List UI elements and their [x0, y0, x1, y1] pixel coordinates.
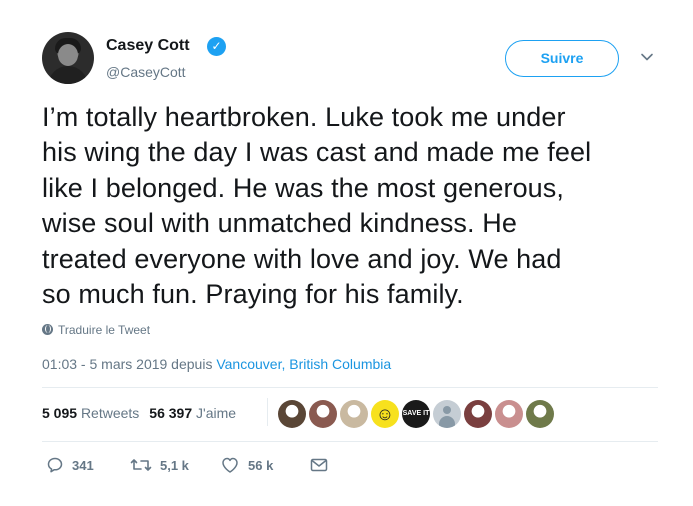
tweet-line: wise soul with unmatched kindness. He [42, 208, 517, 239]
liker-avatar-default[interactable] [433, 400, 461, 428]
direct-message-button[interactable] [310, 456, 336, 476]
avatar-body [48, 66, 88, 84]
default-avatar-head [443, 406, 451, 414]
avatar-face [58, 44, 78, 66]
tweet-metadata: 01:03 - 5 mars 2019 depuis Vancouver, Br… [42, 356, 391, 372]
tweet-location-link[interactable]: Vancouver, British Columbia [216, 356, 391, 372]
tweet-text: I’m totally heartbroken. Luke took me un… [42, 100, 662, 312]
liker-avatar[interactable] [526, 400, 554, 428]
tweet-line: like I belonged. He was the most generou… [42, 172, 564, 203]
likes-label: J'aime [196, 405, 237, 421]
liker-avatar[interactable] [340, 400, 368, 428]
retweets-count: 5 095 [42, 405, 78, 421]
verified-badge-icon: ✓ [207, 37, 226, 56]
likes-count: 56 397 [149, 405, 193, 421]
like-count: 56 k [248, 458, 274, 473]
liker-avatar[interactable] [464, 400, 492, 428]
translate-label: Traduire le Tweet [58, 323, 151, 337]
translate-tweet-link[interactable]: Traduire le Tweet [42, 323, 150, 337]
retweet-count: 5,1 k [160, 458, 189, 473]
reply-button[interactable]: 341 [46, 456, 94, 476]
divider [42, 441, 658, 442]
heart-icon [222, 457, 238, 473]
divider [42, 387, 658, 388]
reply-count: 341 [72, 458, 94, 473]
tweet-timestamp[interactable]: 01:03 - 5 mars 2019 depuis [42, 356, 212, 372]
tweet-line: so much fun. Praying for his family. [42, 279, 464, 310]
reply-icon [47, 457, 63, 473]
default-avatar-body [439, 416, 455, 428]
stats-separator [267, 398, 268, 426]
liker-avatar-badge[interactable]: SAVE IT [402, 400, 430, 428]
envelope-icon [310, 458, 328, 472]
liker-avatar[interactable] [495, 400, 523, 428]
follow-button[interactable]: Suivre [505, 40, 619, 77]
tweet-line: I’m totally heartbroken. Luke took me un… [42, 102, 566, 132]
liker-avatar-smiley[interactable]: ☺ [371, 400, 399, 428]
likes-stat[interactable]: 56 397 J'aime [149, 405, 236, 421]
author-name[interactable]: Casey Cott [106, 37, 190, 55]
tweet-line: treated everyone with love and joy. We h… [42, 243, 562, 274]
tweet-stats: 5 095 Retweets 56 397 J'aime [42, 405, 236, 421]
author-handle[interactable]: @CaseyCott [106, 64, 186, 80]
globe-icon [42, 324, 53, 335]
retweet-button[interactable]: 5,1 k [130, 456, 189, 476]
liker-avatar[interactable] [278, 400, 306, 428]
like-button[interactable]: 56 k [220, 456, 273, 476]
author-avatar[interactable] [42, 32, 94, 84]
retweets-label: Retweets [80, 405, 140, 421]
tweet-card: Casey Cott ✓ @CaseyCott Suivre I’m total… [0, 0, 693, 506]
retweets-stat[interactable]: 5 095 Retweets [42, 405, 139, 421]
tweet-line: his wing the day I was cast and made me … [42, 137, 592, 168]
chevron-down-icon[interactable] [640, 50, 654, 64]
retweet-icon [130, 459, 152, 471]
liker-avatar[interactable] [309, 400, 337, 428]
